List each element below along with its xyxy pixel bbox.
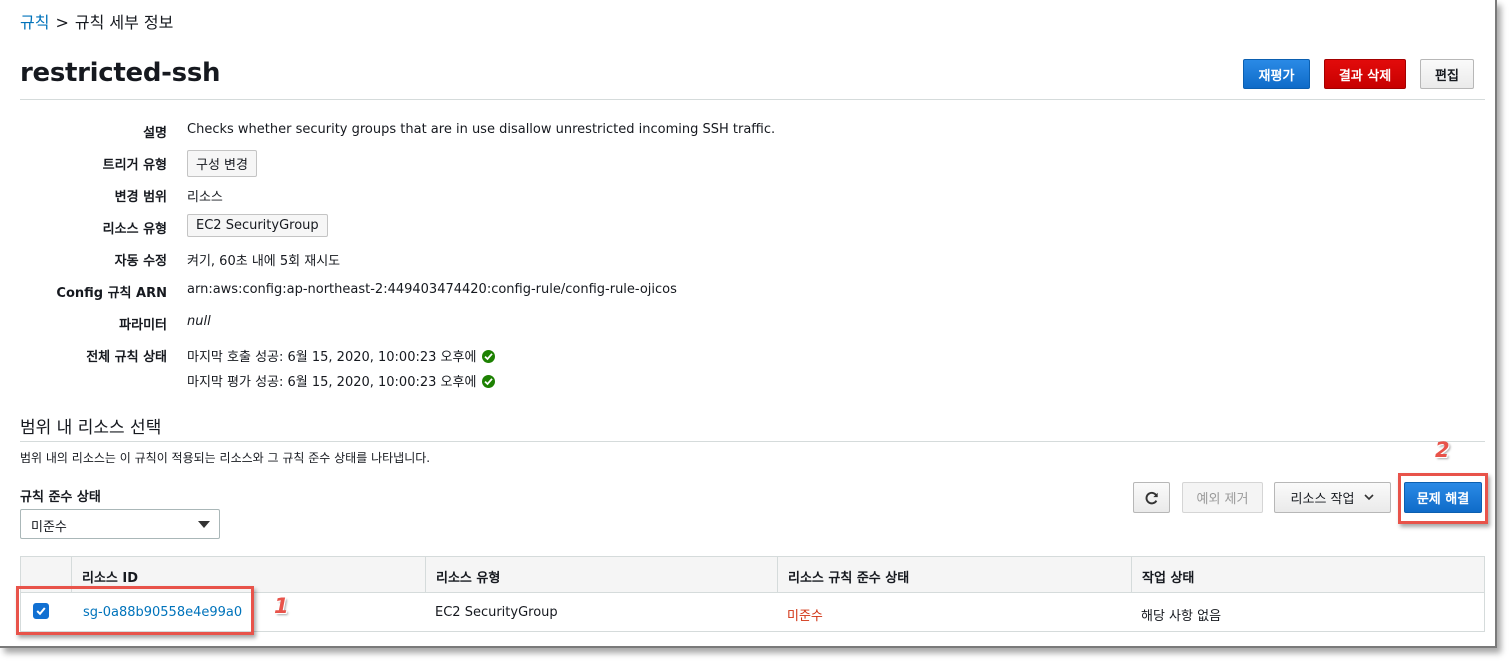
caret-down-icon — [198, 521, 210, 528]
page-frame: 규칙 > 규칙 세부 정보 restricted-ssh 재평가 결과 삭제 편집 … — [0, 0, 1497, 648]
detail-label: 리소스 유형 — [102, 222, 167, 237]
delete-results-button[interactable]: 결과 삭제 — [1324, 59, 1406, 89]
refresh-icon — [1145, 491, 1158, 504]
section-divider — [20, 441, 1485, 442]
remove-exception-button[interactable]: 예외 제거 — [1182, 482, 1263, 513]
detail-value: arn:aws:config:ap-northeast-2:4494034744… — [187, 282, 677, 297]
detail-value-wrap: 구성 변경 — [187, 150, 257, 177]
table-cell-action-status: 해당 사항 없음 — [1141, 609, 1222, 624]
detail-value-wrap: EC2 SecurityGroup — [187, 214, 328, 237]
detail-label: 트리거 유형 — [102, 158, 167, 173]
breadcrumb-rules-link[interactable]: 규칙 — [20, 13, 49, 32]
table-cell-compliance: 미준수 — [787, 609, 823, 624]
detail-label: 변경 범위 — [114, 190, 167, 205]
table-cell-resource-type: EC2 SecurityGroup — [435, 605, 558, 620]
success-check-icon — [482, 350, 496, 363]
title-divider — [20, 99, 1485, 100]
status-invoke-text: 마지막 호출 성공: 6월 15, 2020, 10:00:23 오후에 — [187, 350, 477, 365]
edit-button[interactable]: 편집 — [1420, 59, 1474, 89]
status-invoke-line: 마지막 호출 성공: 6월 15, 2020, 10:00:23 오후에 — [187, 346, 496, 365]
status-eval-text: 마지막 평가 성공: 6월 15, 2020, 10:00:23 오후에 — [187, 375, 477, 390]
resources-section-description: 범위 내의 리소스는 이 규칙이 적용되는 리소스와 그 규칙 준수 상태를 나… — [20, 451, 431, 465]
trigger-tag: 구성 변경 — [187, 150, 257, 177]
success-check-icon — [482, 375, 496, 388]
resources-section-title: 범위 내 리소스 선택 — [20, 418, 162, 438]
column-header-resource-type[interactable]: 리소스 유형 — [425, 557, 777, 593]
annotation-step-2: 2 — [1435, 438, 1450, 462]
resource-actions-label: 리소스 작업 — [1290, 492, 1355, 507]
detail-value: 켜기, 60초 내에 5회 재시도 — [187, 254, 341, 269]
page-title: restricted-ssh — [20, 58, 221, 88]
reevaluate-button[interactable]: 재평가 — [1243, 59, 1310, 89]
breadcrumb-current: 규칙 세부 정보 — [74, 13, 174, 32]
detail-label: Config 규칙 ARN — [56, 286, 167, 301]
refresh-button[interactable] — [1133, 482, 1170, 513]
column-header-compliance[interactable]: 리소스 규칙 준수 상태 — [777, 557, 1131, 593]
column-header-action-status[interactable]: 작업 상태 — [1131, 557, 1484, 593]
resource-type-tag: EC2 SecurityGroup — [187, 214, 328, 237]
compliance-filter-label: 규칙 준수 상태 — [20, 490, 101, 505]
breadcrumb: 규칙 > 규칙 세부 정보 — [20, 9, 173, 33]
status-eval-line: 마지막 평가 성공: 6월 15, 2020, 10:00:23 오후에 — [187, 371, 496, 390]
detail-label: 파라미터 — [119, 318, 167, 333]
annotation-highlight-remediate — [1398, 473, 1488, 524]
breadcrumb-separator: > — [55, 13, 69, 32]
detail-value: Checks whether security groups that are … — [187, 122, 776, 137]
detail-label: 설명 — [143, 126, 167, 141]
chevron-down-icon — [1364, 494, 1375, 501]
annotation-step-1: 1 — [274, 594, 289, 618]
compliance-filter-value: 미준수 — [31, 520, 67, 535]
resource-actions-dropdown[interactable]: 리소스 작업 — [1274, 482, 1391, 513]
compliance-filter-select[interactable]: 미준수 — [20, 509, 220, 539]
detail-label: 전체 규칙 상태 — [86, 350, 167, 365]
detail-label: 자동 수정 — [114, 254, 167, 269]
detail-value: 리소스 — [187, 190, 223, 205]
detail-value: null — [187, 314, 211, 329]
annotation-highlight-resource — [16, 586, 254, 635]
